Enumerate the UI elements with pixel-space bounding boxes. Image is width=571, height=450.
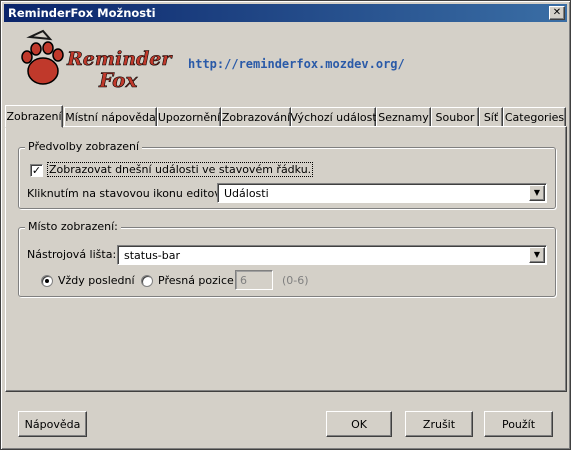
exact-position-radio[interactable] (141, 275, 153, 287)
ok-button[interactable]: OK (326, 411, 392, 437)
svg-text:Fox: Fox (98, 68, 138, 92)
show-today-label: Zobrazovat dnešní události ve stavovém ř… (46, 162, 314, 177)
tab-zobrazeni[interactable]: Zobrazení (5, 105, 63, 128)
close-button[interactable]: ✕ (549, 6, 565, 20)
position-input[interactable]: 6 (235, 270, 273, 290)
cancel-button[interactable]: Zrušit (405, 411, 473, 437)
toolbar-label: Nástrojová lišta: (27, 248, 117, 261)
location-group: Místo zobrazení: Nástrojová lišta: statu… (18, 220, 556, 297)
apply-button[interactable]: Použít (484, 411, 553, 437)
range-label: (0-6) (282, 274, 309, 287)
window-title: ReminderFox Možnosti (8, 6, 156, 20)
show-today-checkbox[interactable]: ✓ (30, 164, 43, 177)
paw-icon: Reminder Fox (21, 29, 174, 92)
options-dialog: ReminderFox Možnosti ✕ Reminder Fox http… (0, 0, 571, 450)
click-edit-select[interactable]: Události ▼ (217, 183, 547, 203)
toolbar-select[interactable]: status-bar ▼ (117, 245, 547, 265)
tab-mistni-napoveda[interactable]: Místní nápověda (64, 107, 157, 127)
svg-text:Reminder: Reminder (66, 48, 173, 70)
chevron-down-icon[interactable]: ▼ (529, 185, 545, 201)
group-title: Místo zobrazení: (25, 220, 121, 233)
click-edit-label: Kliknutím na stavovou ikonu editovat: (27, 187, 236, 200)
tab-panel: Předvolby zobrazení ✓ Zobrazovat dnešní … (5, 126, 567, 392)
display-prefs-group: Předvolby zobrazení ✓ Zobrazovat dnešní … (18, 140, 556, 209)
chevron-down-icon[interactable]: ▼ (529, 247, 545, 263)
tab-vychozi-udalost[interactable]: Výchozí událost (290, 107, 377, 127)
tab-categories[interactable]: Categories (503, 107, 566, 127)
tab-sit[interactable]: Síť (479, 107, 503, 127)
always-last-label[interactable]: Vždy poslední (58, 274, 135, 287)
reminderfox-logo: Reminder Fox (15, 27, 175, 99)
tab-seznamy[interactable]: Seznamy (376, 107, 431, 127)
help-button[interactable]: Nápověda (18, 411, 87, 437)
tab-upozorneni[interactable]: Upozornění (157, 107, 221, 127)
tab-soubor[interactable]: Soubor (431, 107, 479, 127)
title-bar: ReminderFox Možnosti ✕ (4, 4, 567, 22)
exact-position-label[interactable]: Přesná pozice (158, 274, 234, 287)
always-last-radio[interactable] (41, 275, 53, 287)
homepage-link[interactable]: http://reminderfox.mozdev.org/ (188, 57, 405, 71)
group-title: Předvolby zobrazení (25, 140, 143, 153)
tab-zobrazovani[interactable]: Zobrazování (221, 107, 291, 127)
